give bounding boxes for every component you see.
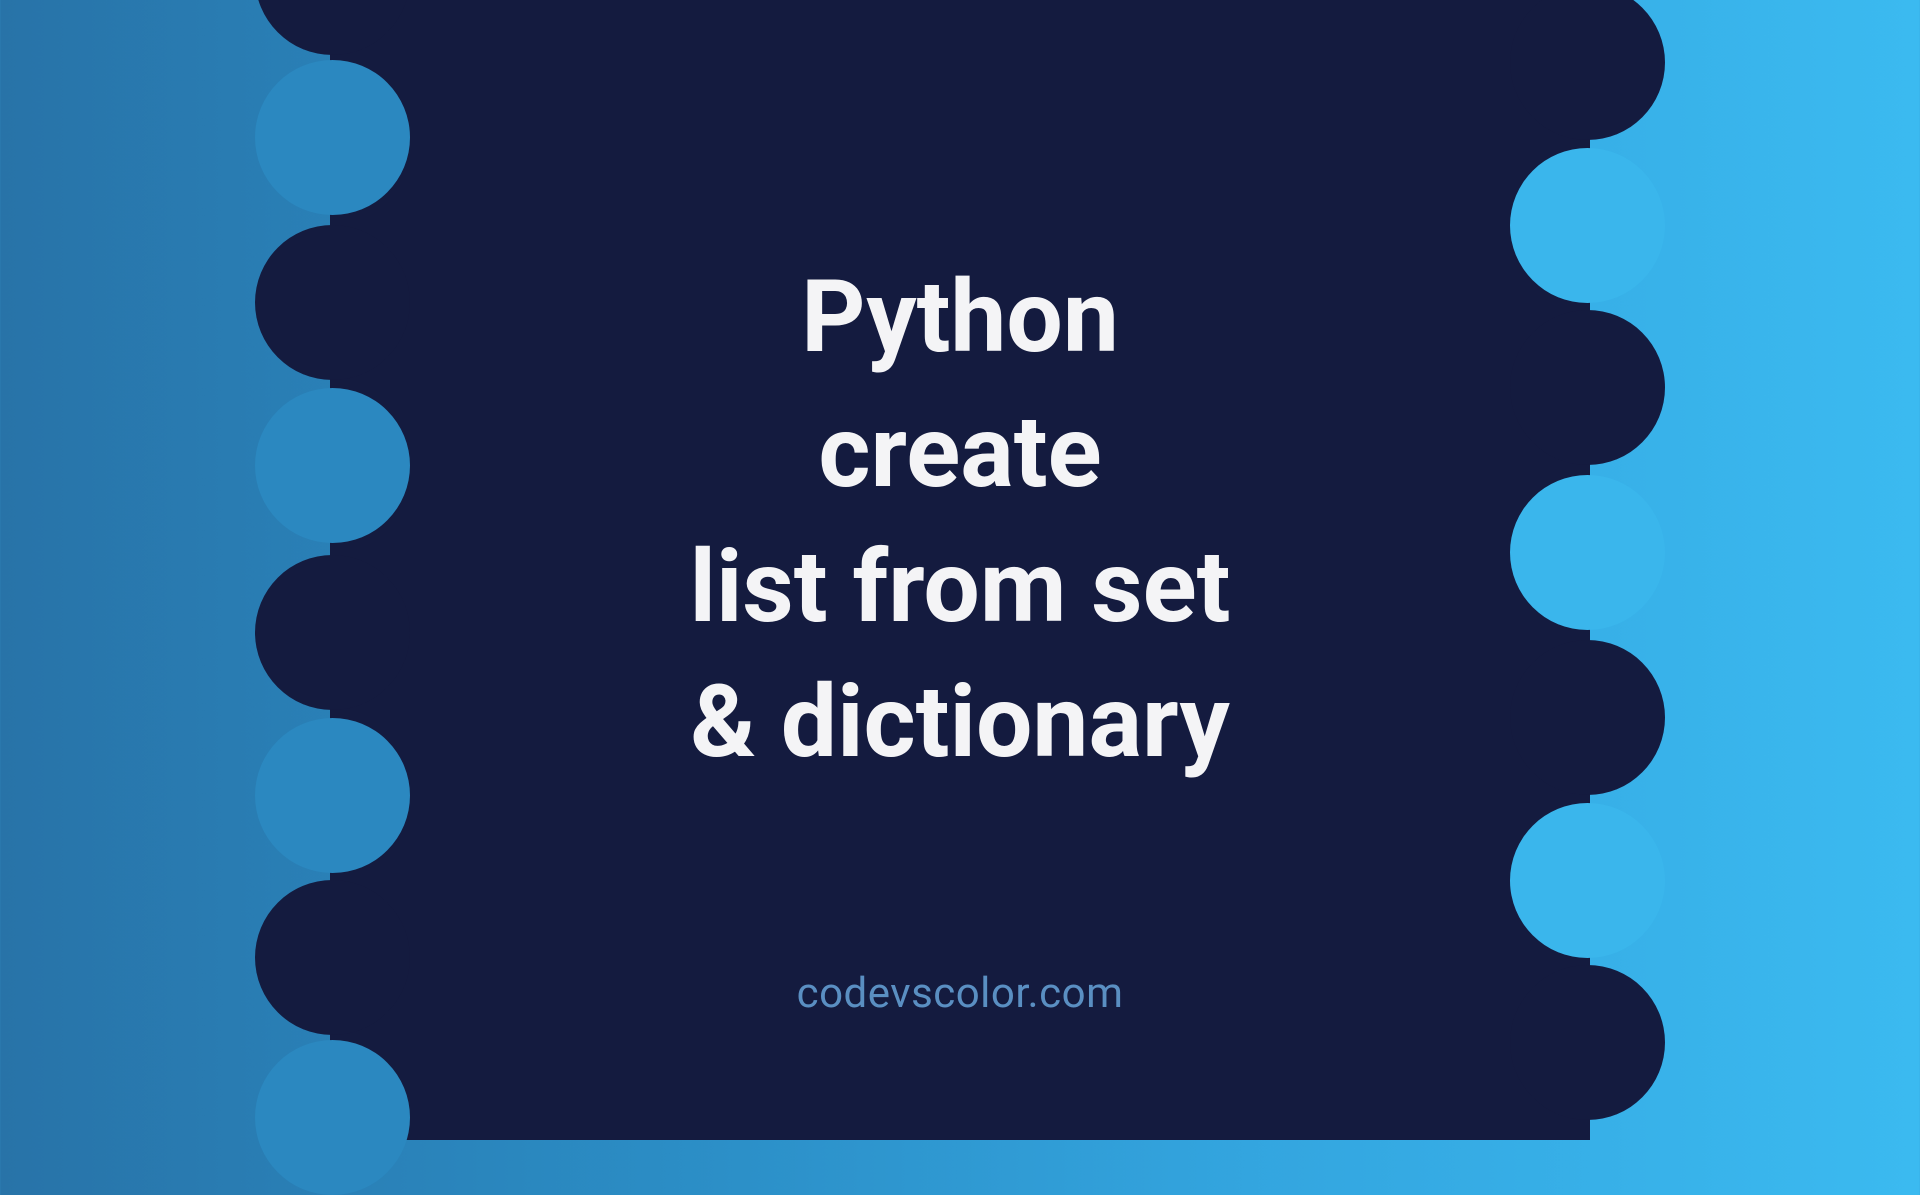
title-line-2: create [689, 385, 1230, 520]
main-content: Python create list from set & dictionary [0, 0, 1920, 1080]
footer-watermark: codevscolor.com [0, 969, 1920, 1018]
title-line-3: list from set [689, 520, 1230, 655]
title-text: Python create list from set & dictionary [689, 250, 1230, 790]
title-line-1: Python [689, 250, 1230, 385]
title-line-4: & dictionary [689, 655, 1230, 790]
